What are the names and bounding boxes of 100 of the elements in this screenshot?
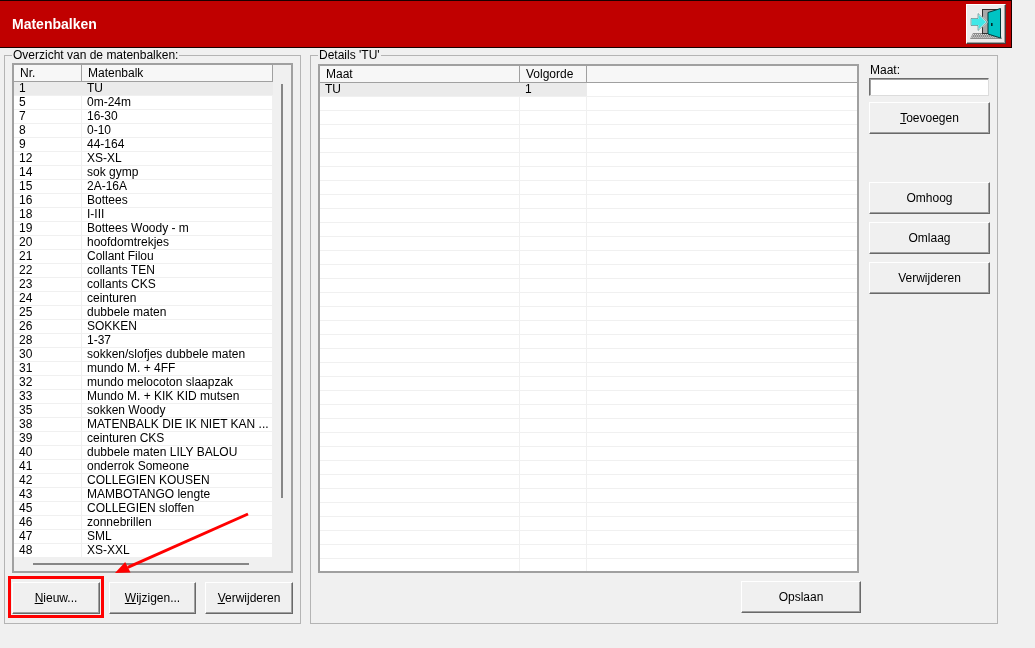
list-row[interactable]: 22 collants TEN <box>14 264 273 277</box>
table-cell: 42 <box>14 474 82 487</box>
move-up-button[interactable]: Omhoog <box>869 182 990 214</box>
list-row[interactable]: 26 SOKKEN <box>14 320 273 333</box>
list-row[interactable]: 48 XS-XXL <box>14 544 273 557</box>
delete-button[interactable]: Verwijderen <box>869 262 990 294</box>
list-row[interactable]: 32 mundo melocoton slaapzak <box>14 376 273 389</box>
list-row[interactable]: 41 onderrok Someone <box>14 460 273 473</box>
list-row[interactable]: 43 MAMBOTANGO lengte <box>14 488 273 501</box>
table-cell: 9 <box>14 138 82 151</box>
table-cell: 40 <box>14 446 82 459</box>
horizontal-scrollbar-thumb[interactable] <box>33 563 249 565</box>
list-row[interactable]: 1 TU <box>14 82 273 95</box>
table-cell: 20 <box>14 236 82 249</box>
table-cell: Bottees Woody - m <box>82 222 273 235</box>
table-cell: 12 <box>14 152 82 165</box>
move-down-button[interactable]: Omlaag <box>869 222 990 254</box>
table-cell: 23 <box>14 278 82 291</box>
list-row[interactable]: 16 Bottees <box>14 194 273 207</box>
list-row[interactable]: 18 I-III <box>14 208 273 221</box>
table-cell: 21 <box>14 250 82 263</box>
table-cell: 39 <box>14 432 82 445</box>
list-row[interactable]: 38 MATENBALK DIE IK NIET KAN ... <box>14 418 273 431</box>
vertical-scrollbar-thumb[interactable] <box>281 84 283 498</box>
table-cell-text: 1 <box>524 83 533 96</box>
list-row[interactable]: 45 COLLEGIEN sloffen <box>14 502 273 515</box>
table-cell: 32 <box>14 376 82 389</box>
table-cell: ceinturen CKS <box>82 432 273 445</box>
table-cell: mundo M. + 4FF <box>82 362 273 375</box>
list-row[interactable]: 8 0-10 <box>14 124 273 137</box>
table-cell: 25 <box>14 306 82 319</box>
list-row[interactable]: 30 sokken/slofjes dubbele maten <box>14 348 273 361</box>
table-cell: 46 <box>14 516 82 529</box>
list-row[interactable]: 15 2A-16A <box>14 180 273 193</box>
list-row[interactable]: 12 XS-XL <box>14 152 273 165</box>
table-cell: sokken/slofjes dubbele maten <box>82 348 273 361</box>
list-row[interactable]: 14 sok gymp <box>14 166 273 179</box>
edit-button[interactable]: Wijzigen... <box>109 582 196 614</box>
table-cell: 8 <box>14 124 82 137</box>
table-cell: 31 <box>14 362 82 375</box>
table-cell: 14 <box>14 166 82 179</box>
column-header[interactable]: Maat <box>320 66 520 83</box>
new-button[interactable]: Nieuw... <box>12 582 100 614</box>
table-cell: 35 <box>14 404 82 417</box>
text-field[interactable] <box>869 78 989 96</box>
list-row[interactable]: TU 1 <box>320 83 587 96</box>
list-row[interactable]: 40 dubbele maten LILY BALOU <box>14 446 273 459</box>
table-cell: sok gymp <box>82 166 273 179</box>
table-cell: 22 <box>14 264 82 277</box>
list-row[interactable]: 7 16-30 <box>14 110 273 123</box>
list-row[interactable]: 46 zonnebrillen <box>14 516 273 529</box>
table-cell: 38 <box>14 418 82 431</box>
list-row[interactable]: 31 mundo M. + 4FF <box>14 362 273 375</box>
table-cell: 24 <box>14 292 82 305</box>
group-label: Overzicht van de matenbalken: <box>12 48 180 62</box>
column-header[interactable]: Volgorde <box>520 66 587 83</box>
add-button[interactable]: Toevoegen <box>869 102 990 134</box>
list-row[interactable]: 28 1-37 <box>14 334 273 347</box>
exit-button[interactable] <box>966 4 1006 44</box>
list-row[interactable]: 24 ceinturen <box>14 292 273 305</box>
table-cell: 33 <box>14 390 82 403</box>
table-cell-text: 1 <box>18 82 27 95</box>
table-cell: 5 <box>14 96 82 109</box>
list-row[interactable]: 21 Collant Filou <box>14 250 273 263</box>
save-button[interactable]: Opslaan <box>741 581 861 613</box>
table-cell: XS-XL <box>82 152 273 165</box>
column-header[interactable]: Matenbalk <box>82 65 273 82</box>
table-cell: 41 <box>14 460 82 473</box>
list-row[interactable]: 42 COLLEGIEN KOUSEN <box>14 474 273 487</box>
table-cell: dubbele maten LILY BALOU <box>82 446 273 459</box>
field-label: Maat: <box>870 63 900 77</box>
table-cell: I-III <box>82 208 273 221</box>
list-row[interactable]: 5 0m-24m <box>14 96 273 109</box>
list-row[interactable]: 33 Mundo M. + KIK KID mutsen <box>14 390 273 403</box>
list-row[interactable]: 39 ceinturen CKS <box>14 432 273 445</box>
table-cell: SOKKEN <box>82 320 273 333</box>
door-arrow-icon <box>970 8 1002 40</box>
list-row[interactable]: 20 hoofdomtrekjes <box>14 236 273 249</box>
table-cell: XS-XXL <box>82 544 273 557</box>
list-row[interactable]: 25 dubbele maten <box>14 306 273 319</box>
table-cell: zonnebrillen <box>82 516 273 529</box>
table-cell: Collant Filou <box>82 250 273 263</box>
table-cell: 16 <box>14 194 82 207</box>
list-row[interactable]: 35 sokken Woody <box>14 404 273 417</box>
column-header[interactable] <box>587 66 857 83</box>
table-cell: 2A-16A <box>82 180 273 193</box>
column-header[interactable]: Nr. <box>14 65 82 82</box>
table-cell: 15 <box>14 180 82 193</box>
table-cell: 30 <box>14 348 82 361</box>
table-cell: 0m-24m <box>82 96 273 109</box>
list-row[interactable]: 47 SML <box>14 530 273 543</box>
list-row[interactable]: 19 Bottees Woody - m <box>14 222 273 235</box>
table-cell: onderrok Someone <box>82 460 273 473</box>
table-cell: 19 <box>14 222 82 235</box>
list-row[interactable]: 9 44-164 <box>14 138 273 151</box>
table-cell-text: TU <box>86 82 104 95</box>
delete-button[interactable]: Verwijderen <box>205 582 293 614</box>
list-row[interactable]: 23 collants CKS <box>14 278 273 291</box>
table-cell: sokken Woody <box>82 404 273 417</box>
table-cell: 43 <box>14 488 82 501</box>
